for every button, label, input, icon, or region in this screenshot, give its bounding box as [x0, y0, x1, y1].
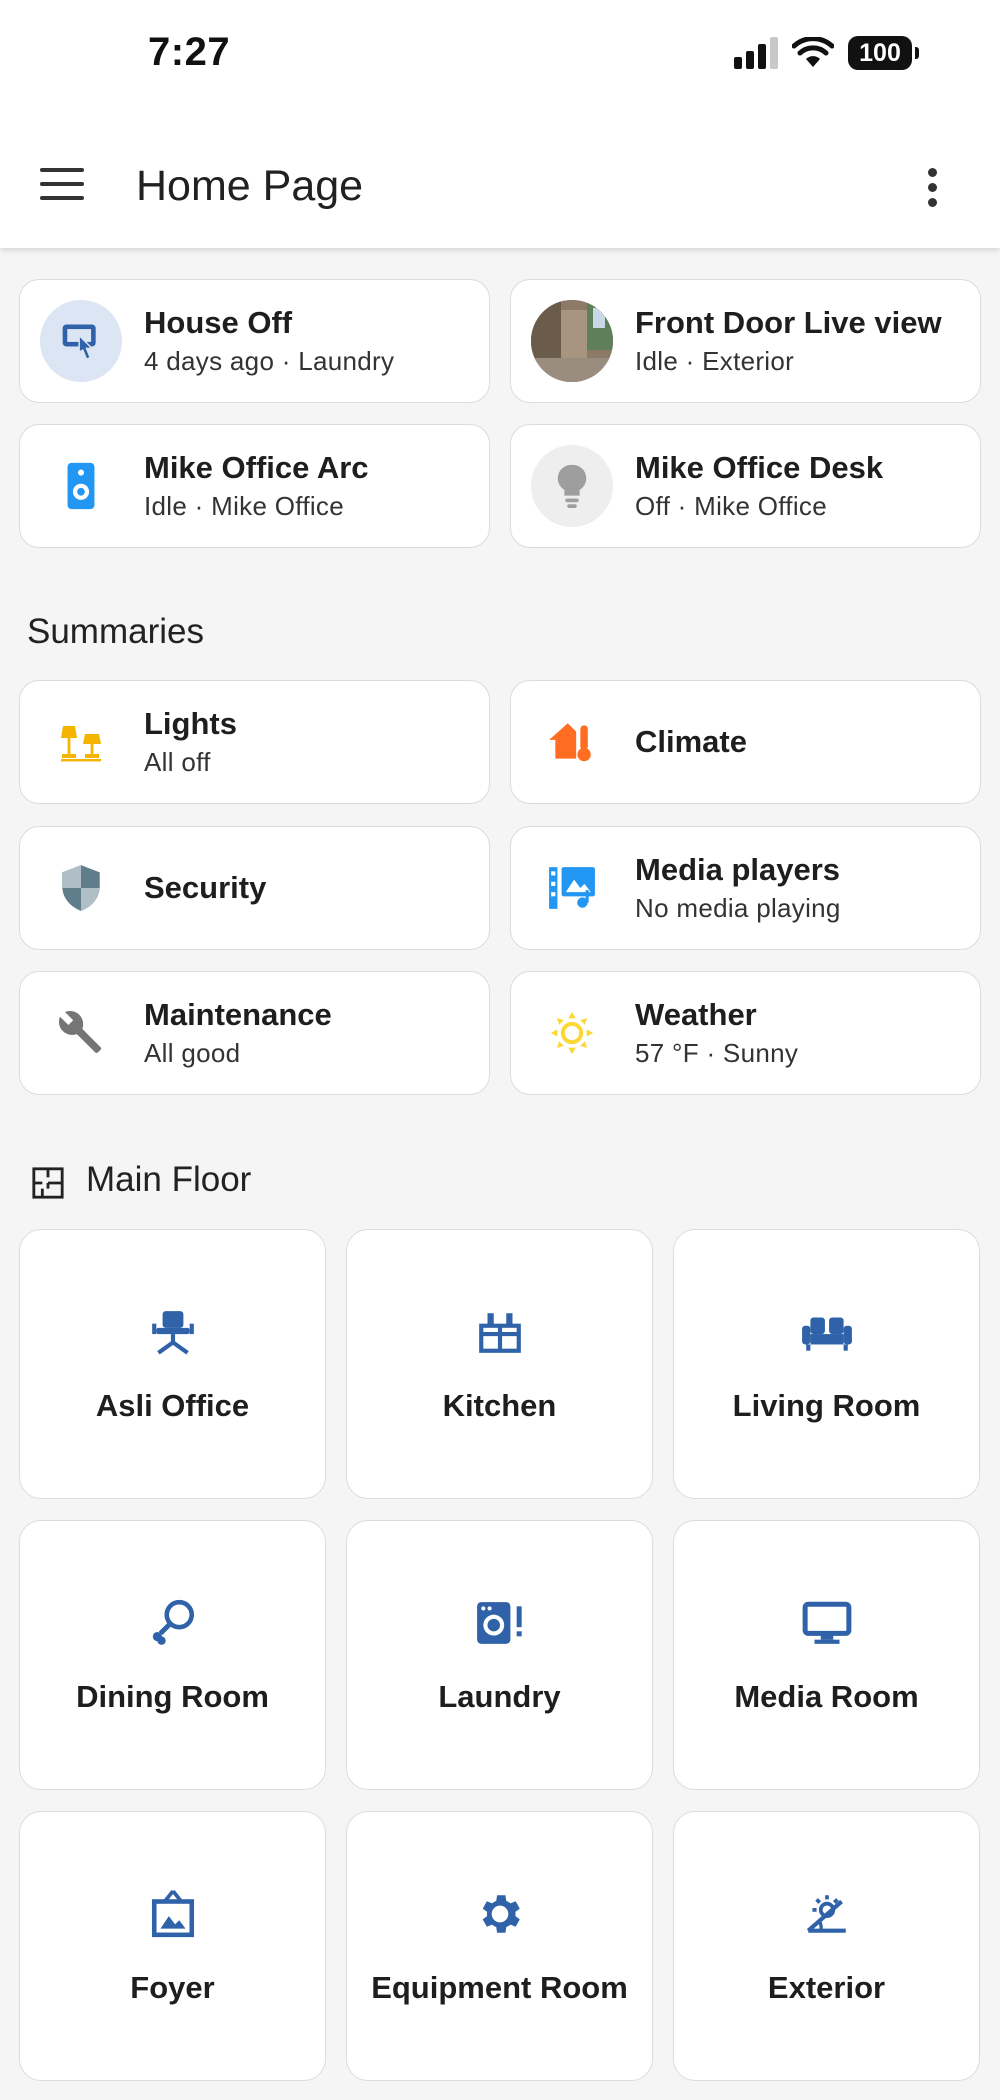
- area-name: Dining Room: [76, 1679, 269, 1714]
- summary-tile-weather[interactable]: Weather 57 °F · Sunny: [510, 971, 981, 1095]
- area-card-living-room[interactable]: Living Room: [673, 1229, 980, 1499]
- summaries-heading: Summaries: [27, 612, 204, 651]
- home-thermometer-icon: [531, 701, 613, 783]
- area-name: Equipment Room: [371, 1970, 628, 2005]
- entity-secondary: Idle · Exterior: [635, 346, 795, 376]
- area-card-kitchen[interactable]: Kitchen: [346, 1229, 653, 1499]
- summary-tile-media-players[interactable]: Media players No media playing: [510, 826, 981, 950]
- more-vertical-icon[interactable]: [926, 168, 938, 208]
- status-time: 7:27: [148, 30, 231, 74]
- area-name: Media Room: [734, 1679, 919, 1714]
- summary-name: Climate: [635, 724, 747, 759]
- summary-secondary: All off: [144, 747, 211, 777]
- entity-secondary: Off · Mike Office: [635, 491, 827, 521]
- office-chair-icon: [145, 1304, 201, 1360]
- area-card-exterior[interactable]: Exterior: [673, 1811, 980, 2081]
- entity-secondary: Idle · Mike Office: [144, 491, 344, 521]
- area-card-foyer[interactable]: Foyer: [19, 1811, 326, 2081]
- page-title: Home Page: [136, 162, 364, 210]
- entity-tile-mike-office-arc[interactable]: Mike Office Arc Idle · Mike Office: [19, 424, 490, 548]
- area-card-dining-room[interactable]: Dining Room: [19, 1520, 326, 1790]
- summary-secondary: No media playing: [635, 893, 841, 923]
- entity-name: House Off: [144, 305, 293, 340]
- summary-name: Weather: [635, 997, 757, 1032]
- area-name: Living Room: [732, 1388, 921, 1423]
- entity-name: Front Door Live view: [635, 305, 942, 340]
- image-frame-icon: [145, 1886, 201, 1942]
- washing-machine-alert-icon: [472, 1595, 528, 1651]
- area-name: Asli Office: [95, 1388, 250, 1423]
- lightbulb-icon[interactable]: [531, 445, 613, 527]
- status-icons: 100: [734, 36, 919, 70]
- summary-name: Lights: [144, 706, 237, 741]
- camera-thumbnail[interactable]: [531, 300, 613, 382]
- area-name: Kitchen: [442, 1388, 557, 1423]
- summary-tile-maintenance[interactable]: Maintenance All good: [19, 971, 490, 1095]
- area-card-asli-office[interactable]: Asli Office: [19, 1229, 326, 1499]
- summary-name: Maintenance: [144, 997, 332, 1032]
- entity-name: Mike Office Desk: [635, 450, 884, 485]
- area-card-laundry[interactable]: Laundry: [346, 1520, 653, 1790]
- cellular-signal-icon: [734, 37, 778, 69]
- summary-name: Security: [144, 870, 267, 905]
- battery-icon: 100: [848, 36, 919, 70]
- area-name: Exterior: [767, 1970, 886, 2005]
- entity-secondary: 4 days ago · Laundry: [144, 346, 395, 376]
- wrench-icon: [40, 992, 122, 1074]
- sunny-icon: [531, 992, 613, 1074]
- floor-heading: Main Floor: [86, 1160, 252, 1199]
- cog-icon: [472, 1886, 528, 1942]
- multimedia-icon: [531, 847, 613, 929]
- summary-secondary: 57 °F · Sunny: [635, 1038, 799, 1068]
- summary-tile-security[interactable]: Security: [19, 826, 490, 950]
- summary-name: Media players: [635, 852, 841, 887]
- entity-name: Mike Office Arc: [144, 450, 369, 485]
- monitor-icon: [799, 1595, 855, 1651]
- food-drumstick-icon: [145, 1595, 201, 1651]
- area-card-equipment-room[interactable]: Equipment Room: [346, 1811, 653, 2081]
- summary-tile-lights[interactable]: Lights All off: [19, 680, 490, 804]
- shield-icon: [40, 847, 122, 929]
- entity-tile-front-door[interactable]: Front Door Live view Idle · Exterior: [510, 279, 981, 403]
- floor-plan-icon: [31, 1166, 65, 1200]
- area-name: Laundry: [438, 1679, 561, 1714]
- wifi-icon: [792, 37, 834, 67]
- stove-icon: [472, 1304, 528, 1360]
- entity-tile-house-off[interactable]: House Off 4 days ago · Laundry: [19, 279, 490, 403]
- area-name: Foyer: [130, 1970, 215, 2005]
- gesture-tap-button-icon[interactable]: [40, 300, 122, 382]
- hamburger-menu-icon[interactable]: [40, 168, 84, 204]
- speaker-icon[interactable]: [40, 445, 122, 527]
- area-card-media-room[interactable]: Media Room: [673, 1520, 980, 1790]
- lamps-icon: [40, 701, 122, 783]
- summary-secondary: All good: [144, 1038, 241, 1068]
- top-bar: 7:27 100 Home Page: [0, 0, 1000, 248]
- entity-tile-mike-office-desk[interactable]: Mike Office Desk Off · Mike Office: [510, 424, 981, 548]
- summary-tile-climate[interactable]: Climate: [510, 680, 981, 804]
- sofa-icon: [799, 1304, 855, 1360]
- sun-angle-icon: [799, 1886, 855, 1942]
